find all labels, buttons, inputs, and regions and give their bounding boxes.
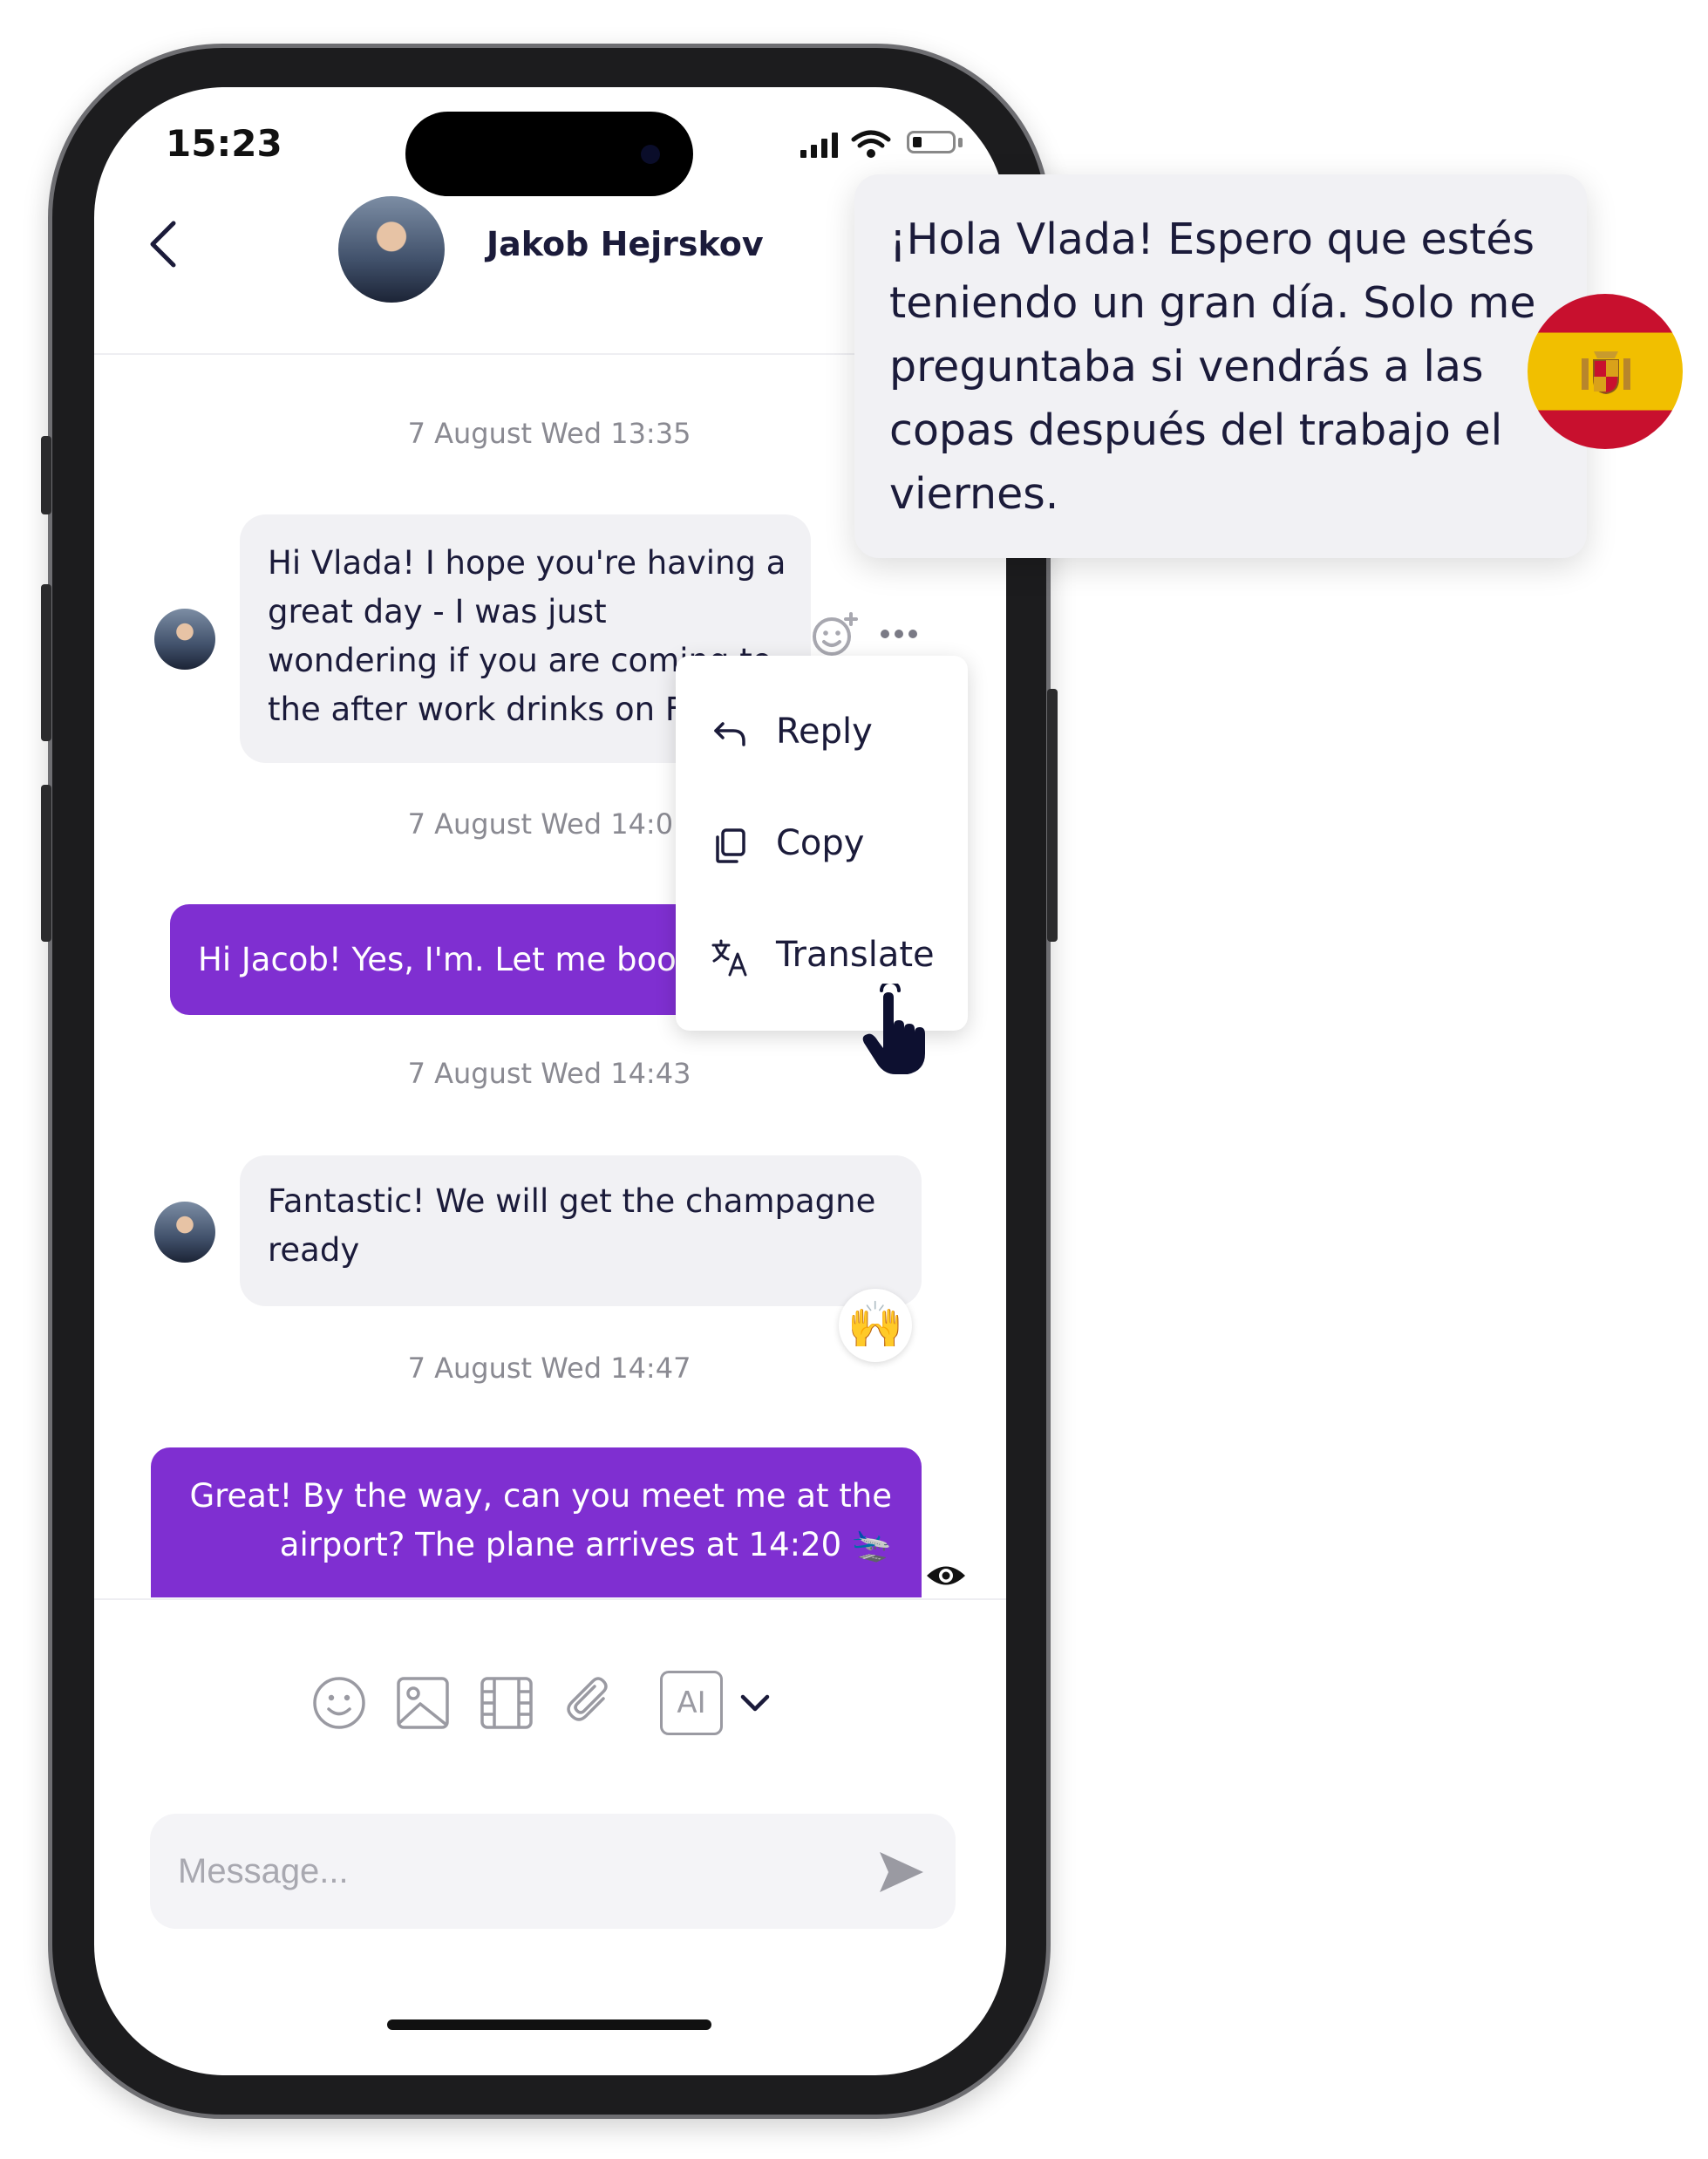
translation-line: copas después del trabajo el	[889, 405, 1503, 455]
contact-avatar[interactable]	[338, 196, 445, 303]
hand-pointer-icon	[862, 984, 925, 1074]
composer-divider	[94, 1598, 1006, 1600]
sender-avatar	[154, 609, 215, 670]
emoji-icon[interactable]	[310, 1674, 368, 1732]
battery-icon	[907, 131, 956, 153]
spain-flag-icon	[1528, 294, 1683, 449]
outgoing-message-bubble[interactable]: Great! By the way, can you meet me at th…	[151, 1447, 922, 1597]
more-options-icon[interactable]	[879, 628, 919, 640]
translation-line: teniendo un gran día. Solo me	[889, 278, 1536, 328]
translation-line: viernes.	[889, 469, 1059, 519]
add-reaction-icon[interactable]	[811, 610, 860, 659]
image-icon[interactable]	[394, 1674, 452, 1732]
coat-of-arms-icon	[1582, 351, 1630, 395]
message-line: Hi Vlada! I hope you're having a	[268, 544, 786, 582]
ai-assist-button[interactable]: AI	[660, 1671, 723, 1735]
volume-up-button	[41, 584, 51, 741]
translation-line: ¡Hola Vlada! Espero que estés	[889, 215, 1535, 264]
translation-line: preguntaba si vendrás a las	[889, 342, 1484, 392]
menu-item-label: Reply	[776, 712, 873, 752]
incoming-message-bubble[interactable]: Fantastic! We will get the champagne rea…	[240, 1155, 922, 1306]
seen-eye-icon	[927, 1566, 965, 1585]
translation-card: ¡Hola Vlada! Espero que estés teniendo u…	[854, 174, 1587, 558]
menu-item-reply[interactable]: Reply	[676, 689, 968, 776]
mute-switch	[41, 436, 51, 514]
sender-avatar	[154, 1202, 215, 1263]
power-button	[1047, 689, 1058, 942]
status-time: 15:23	[166, 122, 282, 165]
reply-icon	[714, 722, 745, 746]
copy-icon	[716, 828, 745, 863]
message-timestamp: 7 August Wed 13:35	[407, 417, 691, 450]
message-timestamp: 7 August Wed 14:47	[407, 1352, 691, 1385]
wifi-icon	[851, 130, 891, 158]
message-line: great day - I was just	[268, 593, 607, 630]
battery-tip	[958, 138, 963, 147]
message-line: airport? The plane arrives at 14:20 🛬	[279, 1526, 892, 1563]
chevron-down-icon[interactable]	[739, 1693, 771, 1714]
message-line: Great! By the way, can you meet me at th…	[189, 1477, 892, 1515]
message-timestamp: 7 August Wed 14:43	[407, 1057, 691, 1090]
back-arrow-icon[interactable]	[144, 218, 182, 270]
message-line: Fantastic! We will get the champagne	[268, 1182, 876, 1220]
message-input[interactable]	[150, 1814, 956, 1929]
video-icon[interactable]	[478, 1674, 535, 1732]
attachment-icon[interactable]	[561, 1674, 619, 1732]
send-icon[interactable]	[876, 1847, 927, 1897]
signal-icon	[800, 133, 838, 158]
menu-item-label: Copy	[776, 823, 865, 863]
message-text: Hi Jacob! Yes, I'm. Let me book	[198, 941, 696, 978]
menu-item-label: Translate	[776, 935, 935, 975]
menu-item-copy[interactable]: Copy	[676, 800, 968, 888]
home-indicator	[387, 2019, 711, 2030]
message-context-menu: Reply Copy Translate	[676, 656, 968, 1031]
message-line: ready	[268, 1231, 360, 1269]
translate-icon	[711, 939, 747, 977]
volume-down-button	[41, 785, 51, 942]
camera-icon	[641, 145, 660, 164]
message-reaction[interactable]: 🙌	[839, 1289, 912, 1362]
contact-name[interactable]: Jakob Hejrskov	[487, 225, 764, 263]
